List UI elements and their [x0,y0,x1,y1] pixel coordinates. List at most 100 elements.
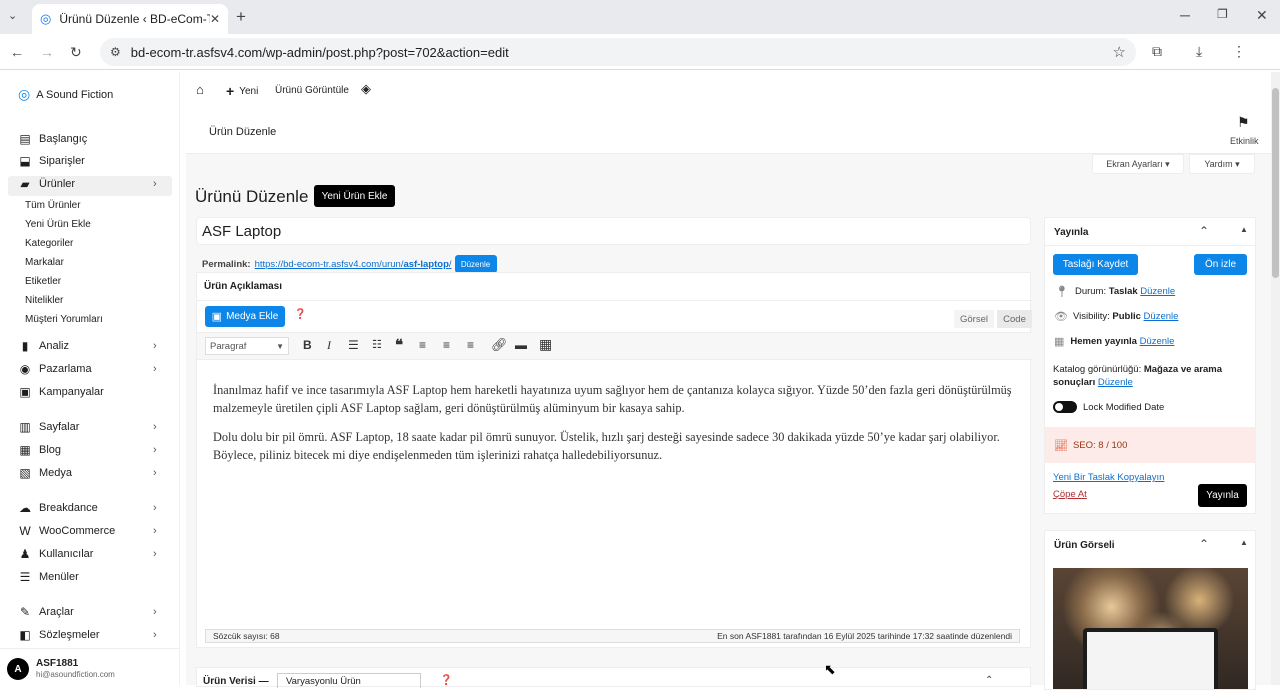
visibility-edit-link[interactable]: Düzenle [1144,311,1179,322]
permalink-edit-button[interactable]: Düzenle [454,255,497,273]
screen-options-button[interactable]: Ekran Ayarları ▾ [1092,154,1184,174]
move-up-icon[interactable]: ▲ [1240,225,1248,234]
new-tab-icon[interactable]: + [236,7,246,27]
status-edit-link[interactable]: Düzenle [1140,286,1175,297]
minimize-icon[interactable]: ─ [1180,7,1190,23]
read-more-icon[interactable]: ▬ [515,338,527,352]
user-account[interactable]: A ASF1881 hi@asoundfiction.com [0,648,180,685]
align-left-icon[interactable]: ≡ [419,338,426,352]
home-icon[interactable]: ⌂ [196,82,204,97]
activity-label[interactable]: Etkinlik [1230,136,1259,146]
save-draft-button[interactable]: Taslağı Kaydet [1053,254,1138,275]
catalog-edit-link[interactable]: Düzenle [1098,377,1133,388]
sidebar-item-4[interactable]: ▮ Analiz [18,339,69,353]
add-new-product-button[interactable]: Yeni Ürün Ekle [314,185,395,207]
sidebar-item-15[interactable]: ◧ Sözleşmeler [18,628,99,642]
browser-tab[interactable]: ◎ Ürünü Düzenle ‹ BD-eCom-TR ✕ [32,4,228,34]
chevron-right-icon[interactable]: › [153,606,157,618]
collapse-up-icon[interactable]: ⌃ [985,675,993,686]
product-type-select[interactable]: Varyasyonlu Ürün [277,673,421,688]
copy-draft-link[interactable]: Yeni Bir Taslak Kopyalayın [1053,472,1164,483]
sidebar-item-1[interactable]: ▤ Başlangıç [18,132,87,146]
chevron-right-icon[interactable]: › [153,502,157,514]
sidebar-item-8[interactable]: ▦ Blog [18,443,61,457]
move-up-icon[interactable]: ▲ [1240,538,1248,547]
chevron-up-icon[interactable]: ⌃ [1199,537,1209,551]
submenu-item-7[interactable]: Müşteri Yorumları [25,314,103,325]
tab-visual[interactable]: Görsel [954,310,994,328]
editor-content[interactable]: İnanılmaz hafif ve ince tasarımıyla ASF … [213,381,1013,464]
maximize-icon[interactable]: ❐ [1217,7,1228,21]
quote-icon[interactable]: ❝ [395,336,403,354]
chevron-right-icon[interactable]: › [153,363,157,375]
chevron-right-icon[interactable]: › [153,629,157,641]
site-info-icon[interactable]: ⚙ [110,45,121,59]
flag-icon[interactable]: ⚑ [1237,114,1250,131]
sidebar-item-2[interactable]: ⬓ Siparişler [18,154,85,168]
close-tab-icon[interactable]: ✕ [210,12,220,26]
sidebar-item-10[interactable]: ☁ Breakdance [18,501,98,515]
sidebar-item-14[interactable]: ✎ Araçlar [18,605,74,619]
link-icon[interactable]: 🔗︎ [491,337,508,353]
chevron-right-icon[interactable]: › [153,467,157,479]
chevron-right-icon[interactable]: › [153,444,157,456]
product-image[interactable] [1053,568,1248,689]
align-center-icon[interactable]: ≡ [443,338,450,352]
chevron-right-icon[interactable]: › [153,340,157,352]
sidebar-item-3[interactable]: ▰ Ürünler [18,177,75,191]
page-scrollbar[interactable] [1271,72,1280,685]
sidebar-item-12[interactable]: ♟ Kullanıcılar [18,547,94,561]
close-window-icon[interactable]: ✕ [1256,7,1268,24]
chevron-right-icon[interactable]: › [153,548,157,560]
title-input[interactable]: ASF Laptop [196,217,1031,245]
chevron-right-icon[interactable]: › [153,178,157,190]
chevron-right-icon[interactable]: › [153,421,157,433]
site-logo[interactable]: ◎ A Sound Fiction [18,86,113,103]
trash-link[interactable]: Çöpe At [1053,489,1087,500]
sidebar-item-9[interactable]: ▧ Medya [18,466,72,480]
view-product-link[interactable]: Ürünü Görüntüle [275,85,349,96]
new-button[interactable]: + Yeni [226,83,258,99]
submenu-item-3[interactable]: Kategoriler [25,238,73,249]
sidebar-item-7[interactable]: ▥ Sayfalar [18,420,79,434]
preview-button[interactable]: Ön izle [1194,254,1247,275]
tab-list-icon[interactable]: ⌄ [8,9,17,22]
italic-icon[interactable]: I [327,338,331,353]
sidebar-item-11[interactable]: W WooCommerce [18,524,115,538]
seo-score[interactable]: 📈︎ SEO: 8 / 100 [1045,427,1256,463]
submenu-item-1[interactable]: Tüm Ürünler [25,200,81,211]
permalink-link[interactable]: https://bd-ecom-tr.asfsv4.com/urun/asf-l… [255,259,452,270]
bookmark-star-icon[interactable]: ☆ [1113,43,1126,61]
back-icon[interactable]: ← [10,44,24,60]
submenu-item-2[interactable]: Yeni Ürün Ekle [25,219,91,230]
format-select[interactable]: Paragraf ▼ [205,337,289,355]
numbered-list-icon[interactable]: ☷ [372,338,382,351]
align-right-icon[interactable]: ≡ [467,338,474,352]
sidebar-item-13[interactable]: ☰ Menüler [18,570,79,584]
bold-icon[interactable]: B [303,338,312,352]
forward-icon[interactable]: → [40,44,54,60]
product-data-help-icon[interactable]: ❓ [440,675,452,686]
extensions-icon[interactable]: ⧉ [1152,43,1162,60]
help-icon[interactable]: ❓ [294,309,306,320]
breakdance-diamond-icon[interactable]: ◈ [361,81,371,97]
download-icon[interactable]: ⤓ [1196,43,1202,60]
submenu-item-4[interactable]: Markalar [25,257,64,268]
tab-code[interactable]: Code [997,310,1032,328]
url-field[interactable]: ⚙ bd-ecom-tr.asfsv4.com/wp-admin/post.ph… [100,38,1136,66]
help-button[interactable]: Yardım ▾ [1189,154,1255,174]
sidebar-item-5[interactable]: ◉ Pazarlama [18,362,92,376]
toolbar-toggle-icon[interactable]: ▦ [539,336,552,353]
chevron-up-icon[interactable]: ⌃ [1199,224,1209,238]
sidebar-item-6[interactable]: ▣ Kampanyalar [18,385,104,399]
chevron-right-icon[interactable]: › [153,525,157,537]
submenu-item-6[interactable]: Nitelikler [25,295,63,306]
browser-menu-icon[interactable]: ⋮ [1232,43,1246,60]
submenu-item-5[interactable]: Etiketler [25,276,61,287]
lock-modified-toggle[interactable] [1053,401,1077,413]
schedule-edit-link[interactable]: Düzenle [1140,336,1175,347]
bullet-list-icon[interactable]: ☰ [348,338,359,352]
add-media-button[interactable]: ▣ Medya Ekle [205,306,285,327]
reload-icon[interactable]: ↻ [70,44,82,61]
publish-button[interactable]: Yayınla [1198,484,1247,507]
